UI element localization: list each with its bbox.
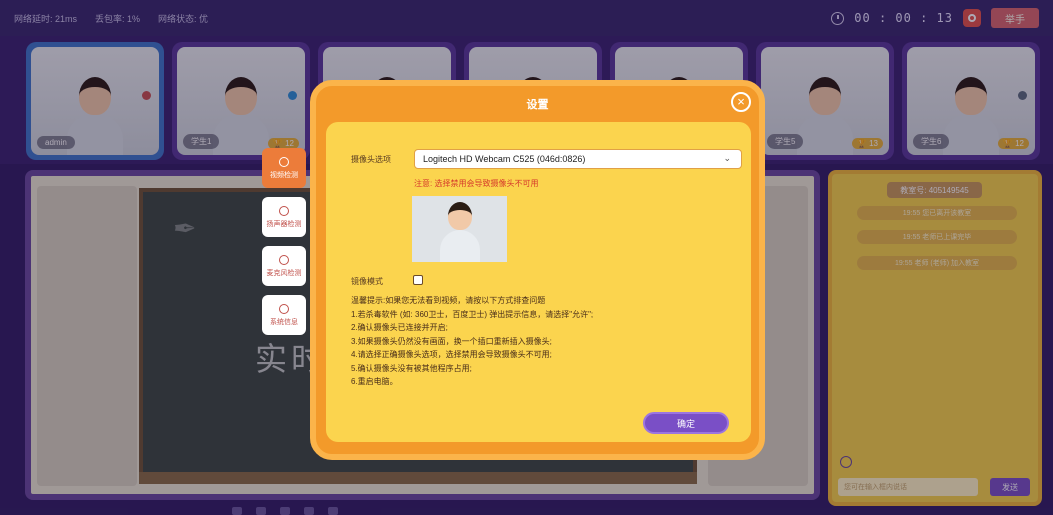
dialog-title: 设置 bbox=[526, 99, 549, 111]
preview-subject bbox=[438, 200, 482, 262]
camera-select-label: 摄像头选项 bbox=[351, 155, 391, 164]
mirror-mode-label: 镜像模式 bbox=[351, 277, 383, 286]
settings-dialog: 设置 × 摄像头选项 Logitech HD Webcam C525 (046d… bbox=[310, 80, 765, 460]
tab-system-info[interactable]: 系统信息 bbox=[262, 295, 306, 335]
info-icon bbox=[279, 303, 289, 314]
camera-select-value: Logitech HD Webcam C525 (046d:0826) bbox=[423, 154, 586, 164]
tab-label: 系统信息 bbox=[270, 318, 298, 326]
tip-line: 6.重启电脑。 bbox=[351, 377, 398, 386]
chevron-down-icon: ⌄ bbox=[723, 153, 731, 163]
tip-line: 2.确认摄像头已连接并开启; bbox=[351, 323, 448, 332]
tip-line: 1.若杀毒软件 (如: 360卫士，百度卫士) 弹出提示信息，请选择"允许"; bbox=[351, 309, 594, 319]
confirm-button[interactable]: 确定 bbox=[643, 412, 729, 434]
camera-warning: 注意: 选择禁用会导致摄像头不可用 bbox=[414, 179, 539, 188]
tab-speaker-check[interactable]: 扬声器检测 bbox=[262, 197, 306, 237]
tab-video-check[interactable]: 视频检测 bbox=[262, 148, 306, 188]
tab-label: 麦克风检测 bbox=[266, 269, 302, 277]
tab-label: 扬声器检测 bbox=[266, 220, 302, 228]
camera-icon bbox=[279, 156, 289, 167]
headphones-icon bbox=[279, 205, 289, 216]
tip-line: 3.如果摄像头仍然没有画面，换一个插口重新插入摄像头; bbox=[351, 336, 552, 346]
tab-microphone-check[interactable]: 麦克风检测 bbox=[262, 246, 306, 286]
camera-select[interactable]: Logitech HD Webcam C525 (046d:0826) ⌄ bbox=[414, 149, 742, 169]
tip-line: 5.确认摄像头没有被其他程序占用; bbox=[351, 363, 472, 373]
tip-line: 4.请选择正确摄像头选项，选择禁用会导致摄像头不可用; bbox=[351, 350, 552, 359]
microphone-icon bbox=[279, 254, 289, 265]
tip-line: 温馨提示:如果您无法看到视频，请按以下方式排查问题 bbox=[351, 296, 546, 305]
close-icon: × bbox=[737, 94, 745, 109]
settings-tabs: 视频检测 扬声器检测 麦克风检测 系统信息 bbox=[262, 148, 306, 344]
mirror-mode-checkbox[interactable] bbox=[413, 275, 423, 285]
settings-panel: 摄像头选项 Logitech HD Webcam C525 (046d:0826… bbox=[326, 122, 751, 442]
tab-label: 视频检测 bbox=[270, 171, 298, 179]
close-button[interactable]: × bbox=[731, 92, 751, 112]
troubleshooting-tips: 温馨提示:如果您无法看到视频，请按以下方式排查问题 1.若杀毒软件 (如: 36… bbox=[351, 294, 741, 389]
camera-preview bbox=[412, 196, 507, 262]
